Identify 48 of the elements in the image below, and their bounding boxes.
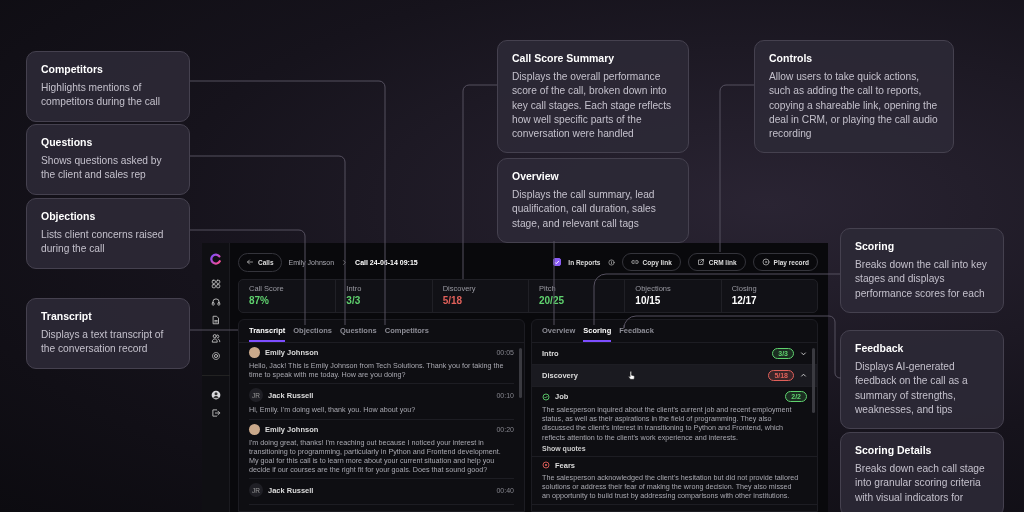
callout-title: Scoring Details	[855, 444, 933, 456]
document-icon[interactable]	[210, 315, 221, 325]
grid-icon[interactable]	[210, 279, 221, 289]
logo-icon	[209, 253, 222, 265]
chevron-down-icon	[800, 350, 807, 357]
callout-text: Displays a text transcript of the conversation record	[41, 328, 165, 357]
callout-text: Highlights mentions of competitors during the call	[41, 81, 161, 110]
info-icon	[607, 258, 615, 266]
callout-text: Lists client concerns raised during the call	[41, 228, 165, 257]
hand-pointer-icon	[628, 371, 635, 380]
callout-title: Questions	[41, 136, 94, 148]
external-link-icon	[696, 258, 705, 266]
user-avatar-icon[interactable]	[210, 390, 221, 400]
settings-icon[interactable]	[210, 351, 221, 361]
callout-title: Controls	[769, 52, 814, 64]
score-value: 20/25	[539, 295, 566, 306]
callout-text: Breaks down each call stage into granular scoring criteria with visual indicators for	[855, 462, 986, 505]
callout-title: Transcript	[41, 310, 93, 322]
logout-icon[interactable]	[210, 408, 221, 418]
callout-title: Scoring	[855, 240, 896, 252]
scrollbar[interactable]	[519, 348, 522, 398]
callout-text: Displays the overall performance score of the call, broken down into key call stages. Each stage reflects how well specific parts of the conversation were handled	[512, 70, 673, 142]
score-value: 87%	[249, 295, 270, 306]
link-icon	[630, 258, 639, 266]
callout-title: Competitors	[41, 63, 104, 75]
callout-title: Overview	[512, 170, 560, 182]
scrollbar[interactable]	[812, 348, 815, 413]
headset-icon[interactable]	[210, 297, 221, 307]
play-icon	[761, 258, 770, 266]
score-value: 10/15	[635, 295, 662, 306]
callout-title: Feedback	[855, 342, 905, 354]
users-icon[interactable]	[210, 333, 221, 343]
chevron-up-icon	[800, 372, 807, 379]
avatar	[249, 423, 260, 435]
score-value: 12/17	[731, 295, 758, 306]
callout-title: Objections	[41, 210, 97, 222]
callout-text: Displays AI-generated feedback on the call as a summary of strengths, weaknesses, and tips	[855, 360, 969, 417]
score-value: 5/18	[442, 295, 464, 306]
arrow-left-icon	[246, 258, 254, 266]
checkbox[interactable]	[553, 258, 562, 266]
score-value: 3/3	[346, 295, 362, 306]
callout-text: Allow users to take quick actions, such as adding the call to reports, copying a shareable link, opening the deal in CRM, or playing the call audio recording	[769, 70, 939, 142]
avatar	[249, 347, 260, 358]
callout-text: Displays the call summary, lead qualification, call duration, sales stage, and relevant call tags	[512, 188, 657, 231]
callout-title: Call Score Summary	[512, 52, 616, 64]
callout-text: Breaks down the call into key stages and displays performance scores for each	[855, 258, 988, 301]
connector-line	[189, 329, 239, 331]
callout-text: Shows questions asked by the client and sales rep	[41, 154, 163, 183]
